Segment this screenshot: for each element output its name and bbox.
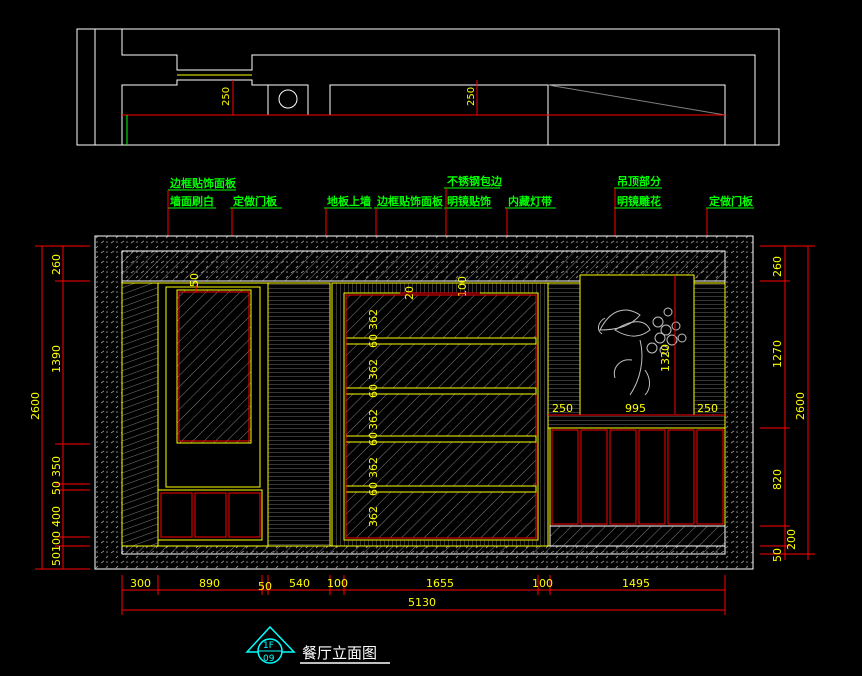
label-frame-panel-2: 边框贴饰面板 — [376, 194, 444, 208]
label-wall-paint: 墙面刷白 — [170, 194, 214, 208]
plan-wall-upper — [121, 29, 756, 145]
dim-bottom-890: 890 — [199, 577, 220, 590]
dim-window-1320: 1320 — [659, 344, 672, 372]
dim-left-1390: 1390 — [50, 345, 63, 373]
dim-right-2600: 2600 — [794, 392, 807, 420]
plan-dim-250b: 250 — [466, 87, 477, 106]
dim-right-1270: 1270 — [771, 340, 784, 368]
dim-bottom-1495: 1495 — [622, 577, 650, 590]
plan-dim-250a: 250 — [221, 87, 232, 106]
floor-up-wall-panel — [267, 282, 331, 547]
label-mirror: 明镜贴饰 — [447, 194, 491, 208]
label-frame-panel-1: 边框贴饰面板 — [169, 176, 237, 190]
dim-left-50b: 50 — [50, 552, 63, 566]
elevation-drawing: 250 250 边框贴饰面板 墙面刷白 定做门板 地板上墙 边框贴饰面板 不锈钢… — [29, 28, 815, 664]
annotations: 边框贴饰面板 墙面刷白 定做门板 地板上墙 边框贴饰面板 不锈钢包边 明镜贴饰 … — [168, 174, 754, 209]
plan-view: 250 250 — [76, 28, 780, 146]
floor-hatch — [121, 545, 726, 555]
label-custom-door-1: 定做门板 — [233, 194, 278, 208]
dim-left-260: 260 — [50, 254, 63, 275]
dim-bottom-540: 540 — [289, 577, 310, 590]
section-symbol-bottom: 09 — [263, 654, 275, 664]
dim-bottom-total: 5130 — [408, 596, 436, 609]
section-symbol-top: 1F — [263, 641, 274, 651]
dim-shelf-362d: 362 — [367, 457, 380, 478]
left-wall-panel — [121, 282, 159, 547]
plan-wall-lower — [121, 79, 726, 145]
dim-left-400: 400 — [50, 506, 63, 527]
dim-shelf-60d: 60 — [367, 482, 380, 496]
dim-bottom-300: 300 — [130, 577, 151, 590]
dim-shelf-362b: 362 — [367, 359, 380, 380]
plan-diagonal — [547, 84, 726, 116]
label-light-strip: 内藏灯带 — [508, 194, 552, 208]
etched-mirror-window — [579, 274, 695, 416]
label-floor-up-wall: 地板上墙 — [327, 194, 371, 208]
dim-right-50: 50 — [771, 548, 784, 562]
dim-right-200: 200 — [785, 529, 798, 550]
label-steel-edge: 不锈钢包边 — [447, 174, 503, 188]
dim-right-820: 820 — [771, 469, 784, 490]
drawing-title-text: 餐厅立面图 — [302, 644, 377, 662]
dim-window-250a: 250 — [552, 402, 573, 415]
dim-right-260: 260 — [771, 256, 784, 277]
dim-left-350: 350 — [50, 456, 63, 477]
dim-inner-50: 50 — [188, 273, 201, 287]
plan-outline — [76, 28, 780, 146]
label-etched-mirror: 明镜雕花 — [617, 194, 661, 208]
dim-bottom-100a: 100 — [327, 577, 348, 590]
dim-inner-100: 100 — [456, 276, 469, 297]
dim-shelf-362e: 362 — [367, 506, 380, 527]
dim-left-2600: 2600 — [29, 392, 42, 420]
dim-shelf-60c: 60 — [367, 432, 380, 446]
right-base-hatch — [549, 525, 726, 547]
dim-left-50: 50 — [50, 481, 63, 495]
dim-shelf-60b: 60 — [367, 384, 380, 398]
dim-shelf-362c: 362 — [367, 409, 380, 430]
drawing-title: 1F 09 餐厅立面图 — [245, 625, 390, 664]
label-ceiling-part: 吊顶部分 — [617, 174, 661, 188]
dim-shelf-60a: 60 — [367, 334, 380, 348]
dim-bottom-100b: 100 — [532, 577, 553, 590]
plan-column-circle — [278, 89, 298, 109]
dim-window-250b: 250 — [697, 402, 718, 415]
label-custom-door-2: 定做门板 — [709, 194, 754, 208]
dim-left-100: 100 — [50, 531, 63, 552]
dim-window-995: 995 — [625, 402, 646, 415]
dim-bottom-50: 50 — [258, 580, 272, 593]
dim-shelf-362a: 362 — [367, 309, 380, 330]
door-mirror-inner — [176, 289, 252, 444]
dim-bottom-1655: 1655 — [426, 577, 454, 590]
